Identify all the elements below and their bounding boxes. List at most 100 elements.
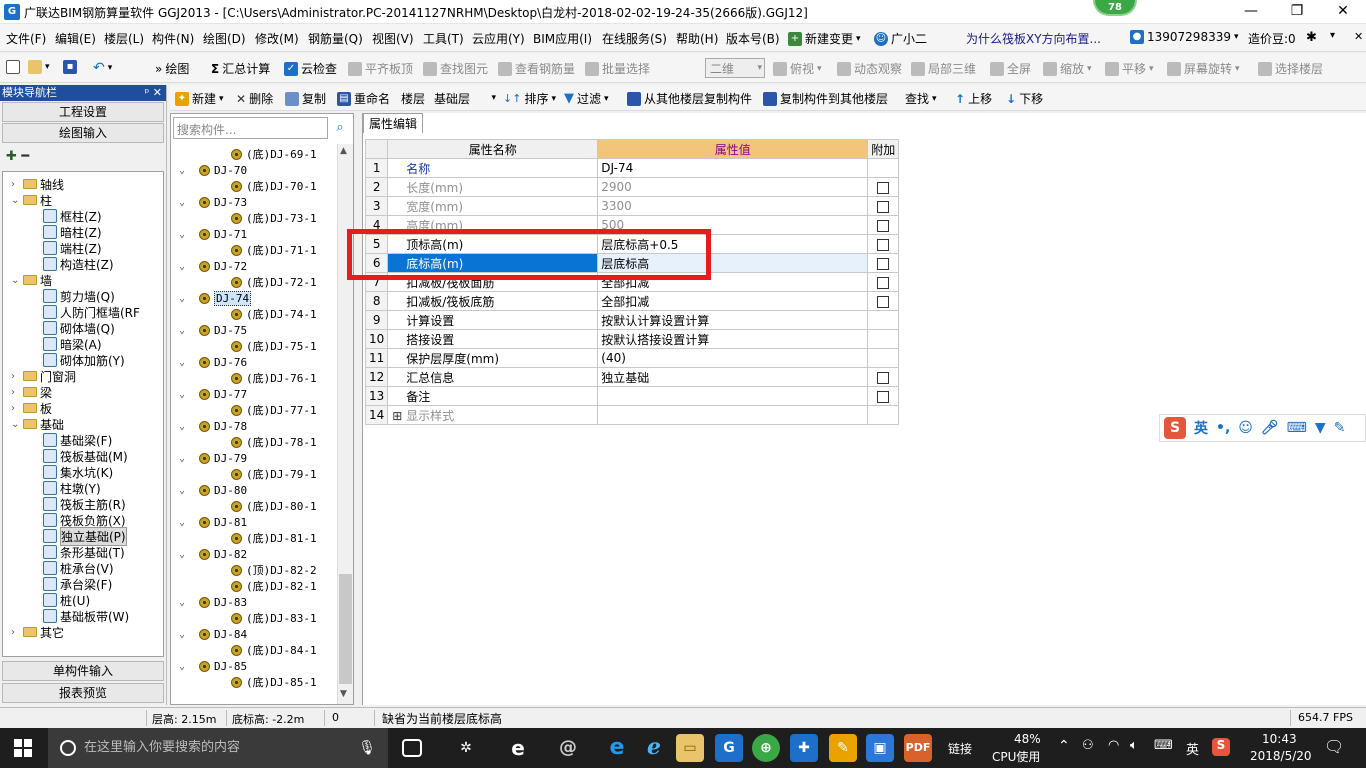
maximize-button[interactable]: ❐ xyxy=(1274,0,1320,24)
volume-icon[interactable]: 🔈︎ xyxy=(1130,738,1138,753)
tree-item[interactable]: 集水坑(K) xyxy=(43,464,113,480)
tree-folder[interactable]: › 门窗洞 xyxy=(11,368,76,384)
tree-item[interactable]: 条形基础(T) xyxy=(43,544,125,560)
chevron-down-icon[interactable]: ⌄ xyxy=(179,517,185,528)
tree-item[interactable]: 独立基础(P) xyxy=(43,526,127,546)
tree-item[interactable]: 暗梁(A) xyxy=(43,336,102,352)
tab-property-edit[interactable]: 属性编辑 xyxy=(363,113,423,133)
component-subnode[interactable]: (顶)DJ-82-2 xyxy=(231,562,317,578)
user-account[interactable]: ● 13907298339 ▾ xyxy=(1130,30,1239,44)
component-subnode[interactable]: (底)DJ-80-1 xyxy=(231,498,317,514)
component-subnode[interactable]: (底)DJ-81-1 xyxy=(231,530,317,546)
chevron-down-icon[interactable]: ⌄ xyxy=(179,357,185,368)
notification-icon[interactable]: 🗨︎ xyxy=(1324,737,1344,756)
tree-item[interactable]: 承台梁(F) xyxy=(43,576,112,592)
component-subnode[interactable]: (底)DJ-75-1 xyxy=(231,338,317,354)
question-link[interactable]: 为什么筏板XY方向布置... xyxy=(966,30,1101,47)
tree-folder[interactable]: ⌄ 墙 xyxy=(11,272,52,288)
property-value[interactable] xyxy=(597,405,869,425)
chevron-down-icon[interactable]: ⌄ xyxy=(179,421,185,432)
windows-start-icon[interactable] xyxy=(14,739,32,757)
pan-button[interactable]: 平移 ▾ xyxy=(1105,60,1154,77)
extra-checkbox[interactable] xyxy=(877,181,890,194)
menu-rebar[interactable]: 钢筋量(Q) xyxy=(308,30,363,47)
component-subnode[interactable]: (底)DJ-77-1 xyxy=(231,402,317,418)
chevron-right-icon[interactable]: › xyxy=(11,371,20,382)
property-value[interactable]: 3300 xyxy=(597,196,869,216)
chevron-down-icon[interactable]: ⌄ xyxy=(179,485,185,496)
new-change-button[interactable]: + 新建变更 ▾ xyxy=(788,30,861,47)
component-node[interactable]: ⌄ DJ-75 xyxy=(179,322,247,338)
component-subnode[interactable]: (底)DJ-69-1 xyxy=(231,146,317,162)
tree-folder[interactable]: › 其它 xyxy=(11,624,64,640)
tree-item[interactable]: 筏板基础(M) xyxy=(43,448,128,464)
expand-icon[interactable]: ⊞ xyxy=(392,409,406,423)
component-node[interactable]: ⌄ DJ-71 xyxy=(179,226,247,242)
clock-time[interactable]: 10:43 xyxy=(1262,732,1297,746)
move-down-button[interactable]: ↓ 下移 xyxy=(1006,90,1043,107)
chevron-down-icon[interactable]: ⌄ xyxy=(179,629,185,640)
glodon-app-icon[interactable]: G xyxy=(715,734,743,762)
emoji-icon[interactable]: ☺ xyxy=(1238,420,1253,436)
property-row[interactable]: 14 ⊞ 显示样式 xyxy=(364,405,900,425)
copy-button[interactable]: 复制 xyxy=(285,90,326,107)
component-subnode[interactable]: (底)DJ-73-1 xyxy=(231,210,317,226)
green-app-icon[interactable]: ⊕ xyxy=(752,734,780,762)
chevron-down-icon[interactable]: ⌄ xyxy=(179,293,185,304)
property-value[interactable]: 2900 xyxy=(597,177,869,197)
property-row[interactable]: 10 搭接设置 按默认搭接设置计算 xyxy=(364,329,900,349)
menu-modify[interactable]: 修改(M) xyxy=(255,30,299,47)
tree-folder[interactable]: › 板 xyxy=(11,400,52,416)
component-subnode[interactable]: (底)DJ-72-1 xyxy=(231,274,317,290)
component-node[interactable]: ⌄ DJ-74 xyxy=(179,290,252,306)
move-up-button[interactable]: ↑ 上移 xyxy=(955,90,992,107)
sogou-logo-icon[interactable]: S xyxy=(1164,417,1186,439)
draw-button[interactable]: » 绘图 xyxy=(155,60,189,77)
menu-view[interactable]: 视图(V) xyxy=(372,30,414,47)
extra-checkbox[interactable] xyxy=(877,276,890,289)
microphone-icon[interactable]: 🎤︎ xyxy=(1261,420,1279,436)
menu-tools[interactable]: 工具(T) xyxy=(423,30,464,47)
sort-button[interactable]: ↓↑ 排序 ▾ xyxy=(503,90,556,107)
component-subnode[interactable]: (底)DJ-79-1 xyxy=(231,466,317,482)
open-file-button[interactable]: ▾ xyxy=(28,60,50,74)
property-row[interactable]: 2 长度(mm) 2900 xyxy=(364,177,900,197)
component-node[interactable]: ⌄ DJ-84 xyxy=(179,626,247,642)
component-node[interactable]: ⌄ DJ-70 xyxy=(179,162,247,178)
extra-checkbox[interactable] xyxy=(877,257,890,270)
tree-item[interactable]: 桩(U) xyxy=(43,592,90,608)
menu-online[interactable]: 在线服务(S) xyxy=(602,30,667,47)
tree-item[interactable]: 桩承台(V) xyxy=(43,560,114,576)
component-node[interactable]: ⌄ DJ-78 xyxy=(179,418,247,434)
delete-button[interactable]: ✕ 删除 xyxy=(236,90,273,107)
chevron-down-icon[interactable]: ⌄ xyxy=(179,197,185,208)
chevron-down-icon[interactable]: ⌄ xyxy=(179,389,185,400)
chevron-right-icon[interactable]: › xyxy=(11,387,20,398)
find-element-button[interactable]: 查找图元 xyxy=(423,60,488,77)
tree-item[interactable]: 构造柱(Z) xyxy=(43,256,114,272)
property-value[interactable]: 全部扣减 xyxy=(597,291,869,311)
chevron-down-icon[interactable]: ⌄ xyxy=(179,261,185,272)
component-subnode[interactable]: (底)DJ-76-1 xyxy=(231,370,317,386)
property-value[interactable] xyxy=(597,386,869,406)
tree-item[interactable]: 框柱(Z) xyxy=(43,208,102,224)
tree-item[interactable]: 柱墩(Y) xyxy=(43,480,101,496)
component-node[interactable]: ⌄ DJ-76 xyxy=(179,354,247,370)
sogou-tray-icon[interactable]: S xyxy=(1212,738,1230,756)
fullscreen-button[interactable]: 全屏 xyxy=(990,60,1031,77)
view-rebar-button[interactable]: 查看钢筋量 xyxy=(498,60,575,77)
component-node[interactable]: ⌄ DJ-82 xyxy=(179,546,247,562)
report-preview-button[interactable]: 报表预览 xyxy=(2,683,164,703)
keyboard-icon[interactable]: ⌨ xyxy=(1154,738,1173,753)
fan-app-icon[interactable]: ✲ xyxy=(452,734,480,762)
tree-folder[interactable]: ⌄ 基础 xyxy=(11,416,64,432)
select-floor-button[interactable]: 选择楼层 xyxy=(1258,60,1323,77)
links-toolbar[interactable]: 链接 xyxy=(948,740,972,757)
property-row[interactable]: 1 名称 DJ-74 xyxy=(364,158,900,178)
spiral-app-icon[interactable]: @ xyxy=(554,734,582,762)
file-explorer-icon[interactable]: ▭ xyxy=(676,734,704,762)
tree-item[interactable]: 剪力墙(Q) xyxy=(43,288,115,304)
internet-explorer-icon[interactable]: ℯ xyxy=(640,734,668,762)
chevron-down-icon[interactable]: ⌄ xyxy=(179,325,185,336)
tree-scrollbar[interactable]: ▲ ▼ xyxy=(337,144,353,704)
